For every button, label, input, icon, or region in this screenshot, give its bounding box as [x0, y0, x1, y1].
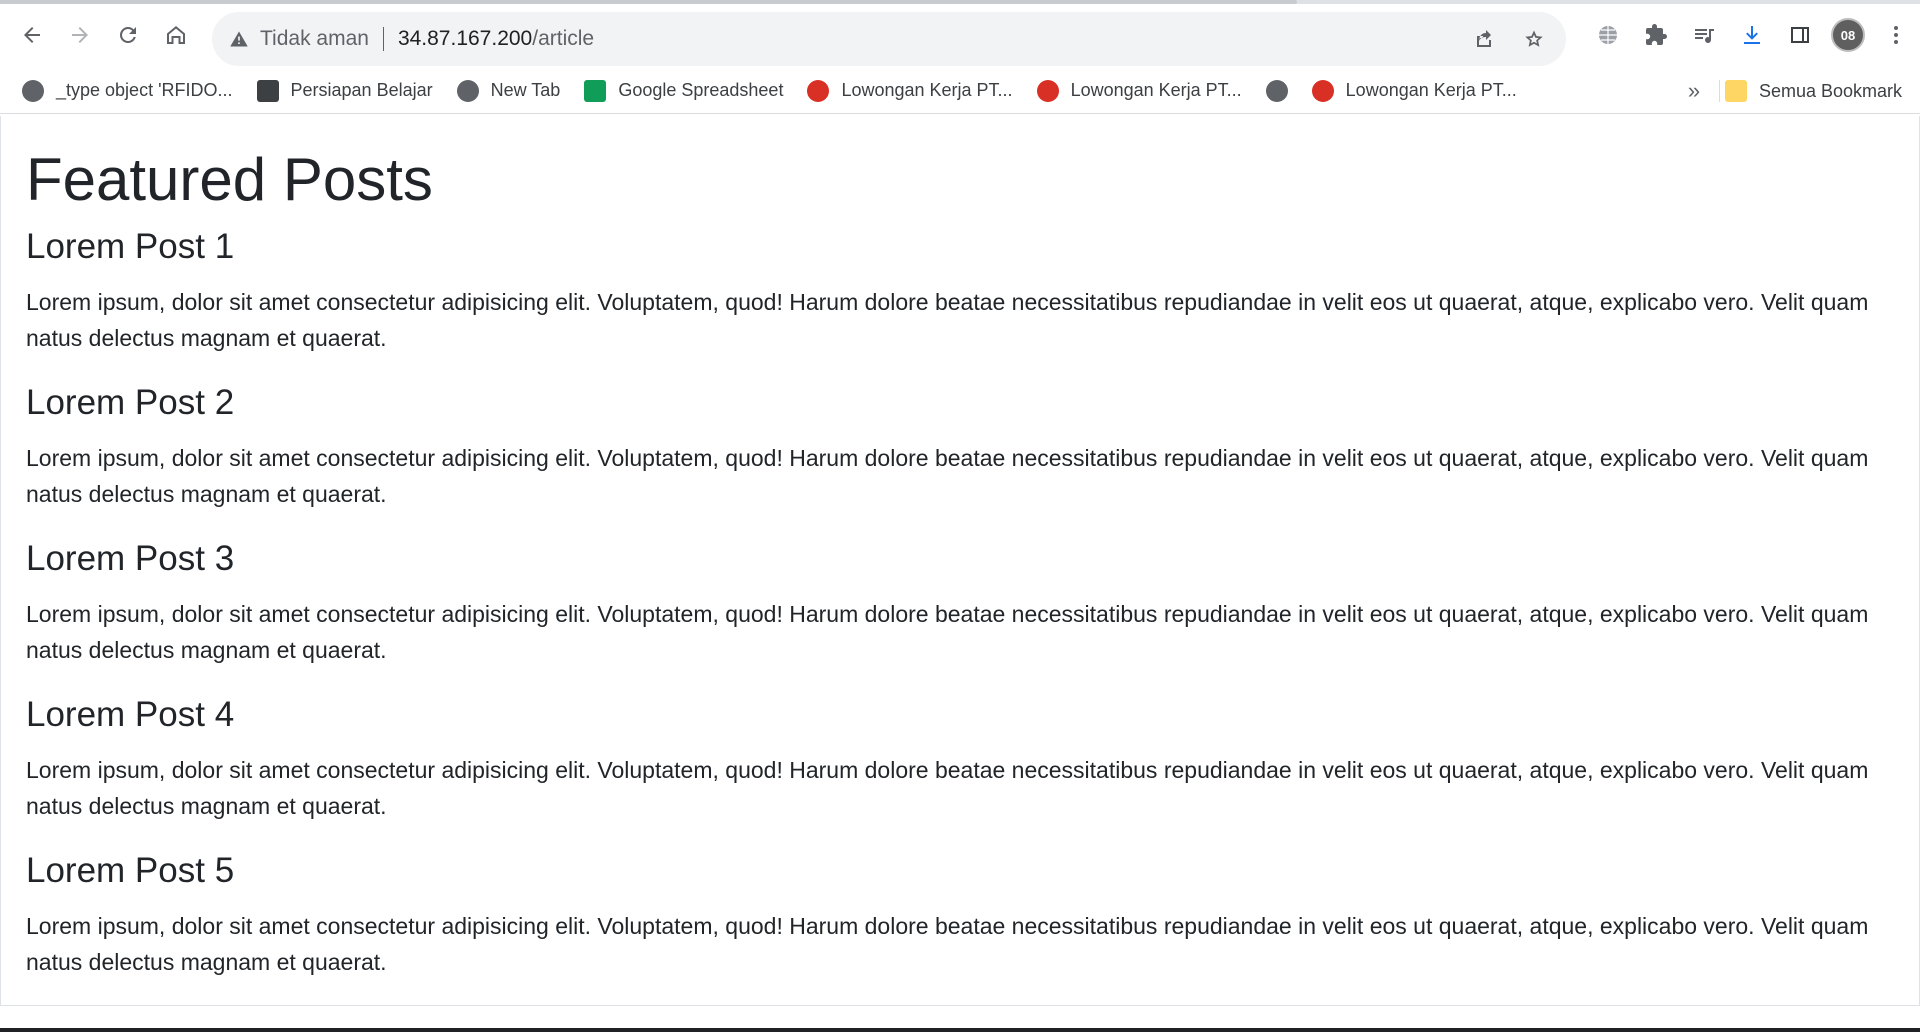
post-body: Lorem ipsum, dolor sit amet consectetur …	[26, 601, 1869, 663]
jobs-icon	[807, 79, 830, 102]
article-container: Featured Posts Lorem Post 1 Lorem ipsum,…	[1, 116, 1919, 980]
home-button[interactable]	[152, 11, 200, 59]
reload-button[interactable]	[104, 11, 152, 59]
bookmark-label: Lowongan Kerja PT...	[1345, 80, 1517, 100]
all-bookmarks-button[interactable]: Semua Bookmark	[1713, 73, 1914, 109]
window-bottom	[0, 1006, 1920, 1032]
address-bar[interactable]: Tidak aman 34.87.167.200/article	[212, 12, 1566, 66]
share-button[interactable]	[1460, 15, 1508, 63]
globe-icon	[22, 79, 44, 102]
bookmarks-bar: _type object 'RFIDO... Persiapan Belajar…	[0, 68, 1920, 114]
not-secure-icon[interactable]	[226, 26, 252, 52]
bookmark-item[interactable]: Google Spreadsheet	[572, 73, 795, 109]
profile-button[interactable]: 08	[1824, 11, 1872, 59]
jobs-icon	[1311, 79, 1334, 102]
star-icon	[1525, 30, 1543, 47]
taskbar-edge	[0, 1028, 1920, 1032]
post-title: Lorem Post 2	[26, 383, 235, 422]
arrow-left-icon	[24, 27, 40, 43]
home-icon	[167, 26, 185, 44]
download-icon	[1744, 26, 1760, 44]
jobs-icon	[1036, 79, 1059, 102]
post-item: Lorem Post 2 Lorem ipsum, dolor sit amet…	[26, 382, 1894, 512]
puzzle-icon	[1646, 24, 1667, 45]
playlist-music-icon	[1695, 29, 1714, 44]
bookmark-label: Google Spreadsheet	[618, 80, 784, 100]
extensions-button[interactable]	[1632, 11, 1680, 59]
bookmark-label: _type object 'RFIDO...	[56, 80, 233, 100]
folder-icon	[1724, 80, 1747, 102]
translate-extension-button[interactable]	[1584, 11, 1632, 59]
bookmarks-overflow-button[interactable]: »	[1676, 73, 1712, 109]
page-viewport: Featured Posts Lorem Post 1 Lorem ipsum,…	[0, 116, 1920, 1006]
bookmark-item[interactable]: _type object 'RFIDO...	[10, 73, 245, 109]
post-item: Lorem Post 5 Lorem ipsum, dolor sit amet…	[26, 850, 1894, 980]
reload-icon	[120, 26, 136, 43]
bookmark-item[interactable]: New Tab	[445, 73, 573, 109]
bookmark-label: Lowongan Kerja PT...	[841, 80, 1013, 100]
browser-toolbar: Tidak aman 34.87.167.200/article 08	[0, 4, 1920, 66]
bookmark-item[interactable]: Persiapan Belajar	[245, 73, 445, 109]
post-item: Lorem Post 3 Lorem ipsum, dolor sit amet…	[26, 538, 1894, 668]
bookmark-star-button[interactable]	[1510, 15, 1558, 63]
post-body: Lorem ipsum, dolor sit amet consectetur …	[26, 289, 1869, 351]
post-title: Lorem Post 3	[26, 539, 235, 578]
menu-button[interactable]	[1872, 11, 1920, 59]
post-body: Lorem ipsum, dolor sit amet consectetur …	[26, 445, 1869, 507]
url-host: 34.87.167.200	[397, 27, 533, 50]
downloads-button[interactable]	[1728, 11, 1776, 59]
post-title: Lorem Post 5	[26, 851, 235, 890]
side-panel-icon	[1791, 27, 1809, 43]
globe-icon	[456, 79, 479, 102]
post-body: Lorem ipsum, dolor sit amet consectetur …	[26, 913, 1869, 975]
address-divider	[382, 27, 384, 51]
globe-grid-icon	[1599, 26, 1617, 44]
google-sheets-icon	[584, 79, 607, 102]
bookmark-label: New Tab	[490, 80, 561, 100]
globe-icon	[1265, 79, 1288, 102]
url-path: /article	[532, 27, 595, 50]
side-panel-button[interactable]	[1776, 11, 1824, 59]
url-text[interactable]: 34.87.167.200/article	[398, 27, 594, 51]
security-label[interactable]: Tidak aman	[260, 27, 369, 51]
arrow-right-icon	[72, 27, 88, 43]
forward-button[interactable]	[56, 11, 104, 59]
share-icon	[1477, 30, 1491, 47]
bookmark-label: Lowongan Kerja PT...	[1070, 80, 1242, 100]
back-button[interactable]	[8, 11, 56, 59]
post-title: Lorem Post 4	[26, 695, 235, 734]
post-item: Lorem Post 1 Lorem ipsum, dolor sit amet…	[26, 226, 1894, 356]
post-item: Lorem Post 4 Lorem ipsum, dolor sit amet…	[26, 694, 1894, 824]
page-title: Featured Posts	[26, 146, 433, 213]
udemy-icon	[256, 79, 279, 102]
bookmark-item[interactable]	[1254, 73, 1300, 109]
browser-window: Tidak aman 34.87.167.200/article 08 _typ…	[0, 0, 1920, 1032]
bookmark-item[interactable]: Lowongan Kerja PT...	[795, 73, 1024, 109]
post-body: Lorem ipsum, dolor sit amet consectetur …	[26, 757, 1869, 819]
avatar: 08	[1831, 18, 1865, 52]
bookmark-item[interactable]: Lowongan Kerja PT...	[1025, 73, 1254, 109]
media-controls-button[interactable]	[1680, 11, 1728, 59]
all-bookmarks-label: Semua Bookmark	[1758, 80, 1902, 101]
bookmark-item[interactable]: Lowongan Kerja PT...	[1300, 73, 1529, 109]
bookmark-label: Persiapan Belajar	[290, 80, 433, 100]
post-title: Lorem Post 1	[26, 227, 235, 266]
more-vert-icon	[1894, 26, 1898, 44]
